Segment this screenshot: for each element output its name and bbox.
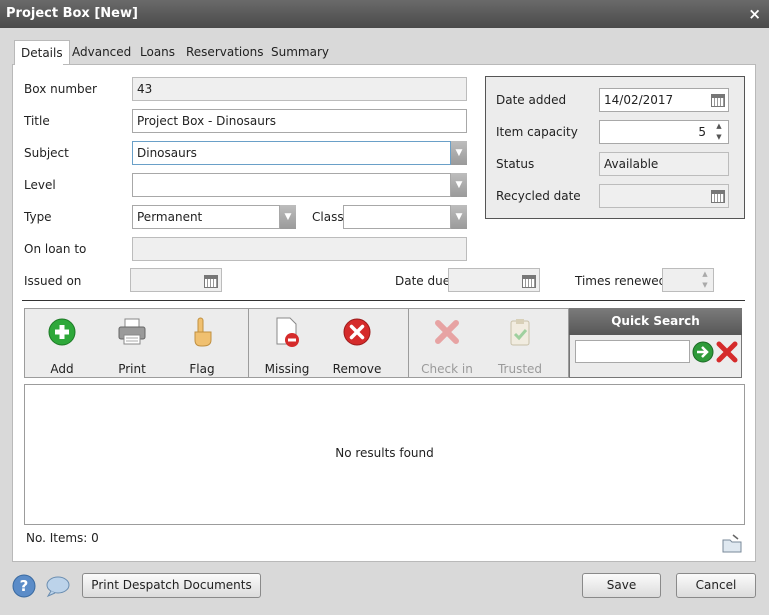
title-field[interactable]: Project Box - Dinosaurs xyxy=(132,109,467,133)
chat-icon[interactable] xyxy=(45,574,71,601)
svg-text:?: ? xyxy=(20,577,29,595)
missing-document-icon xyxy=(262,312,312,352)
tab-details[interactable]: Details xyxy=(14,40,70,65)
separator xyxy=(22,300,745,301)
times-renewed-spinner-icon: ▲ ▼ xyxy=(702,270,708,289)
status-label: Status xyxy=(496,157,535,171)
on-loan-label: On loan to xyxy=(24,242,87,256)
tab-reservations[interactable]: Reservations xyxy=(180,40,269,65)
item-capacity-spinner-icon[interactable]: ▲ ▼ xyxy=(711,121,727,143)
cancel-button[interactable]: Cancel xyxy=(676,573,756,598)
add-icon xyxy=(37,312,87,352)
check-in-label: Check in xyxy=(421,362,473,376)
level-label: Level xyxy=(24,178,56,192)
subject-field[interactable]: Dinosaurs xyxy=(132,141,451,165)
help-icon[interactable]: ? xyxy=(12,574,36,601)
no-results-message: No results found xyxy=(335,446,434,460)
item-count: No. Items: 0 xyxy=(26,531,99,545)
recycled-date-calendar-icon xyxy=(708,185,728,207)
tab-loans[interactable]: Loans xyxy=(134,40,181,65)
class-label: Class xyxy=(312,210,344,224)
issued-on-label: Issued on xyxy=(24,274,82,288)
issued-on-calendar-icon xyxy=(201,270,221,292)
trusted-label: Trusted xyxy=(497,362,543,376)
date-due-label: Date due xyxy=(395,274,451,288)
printer-icon xyxy=(107,312,157,352)
remove-icon xyxy=(332,312,382,352)
box-number-label: Box number xyxy=(24,82,97,96)
item-capacity-label: Item capacity xyxy=(496,125,578,139)
item-capacity-field[interactable]: 5 xyxy=(599,120,729,144)
times-renewed-label: Times renewed xyxy=(575,274,667,288)
active-tab-joint xyxy=(15,63,63,66)
toolbar-divider xyxy=(248,308,249,378)
class-select[interactable] xyxy=(343,205,451,229)
remove-label: Remove xyxy=(332,362,382,376)
print-label: Print xyxy=(118,362,146,376)
box-number-field: 43 xyxy=(132,77,467,101)
flag-button[interactable]: Flag xyxy=(177,312,227,376)
save-button[interactable]: Save xyxy=(582,573,661,598)
missing-button[interactable]: Missing xyxy=(262,312,312,376)
flag-label: Flag xyxy=(189,362,215,376)
print-despatch-button[interactable]: Print Despatch Documents xyxy=(82,573,261,598)
window-title: Project Box [New] xyxy=(0,0,769,28)
subject-label: Subject xyxy=(24,146,69,160)
title-label: Title xyxy=(24,114,50,128)
check-in-button[interactable]: Check in xyxy=(420,312,474,376)
date-due-calendar-icon xyxy=(519,270,539,292)
add-button[interactable]: Add xyxy=(37,312,87,376)
clear-search-icon[interactable] xyxy=(715,340,739,367)
remove-button[interactable]: Remove xyxy=(332,312,382,376)
missing-label: Missing xyxy=(264,362,310,376)
type-label: Type xyxy=(24,210,52,224)
quick-search-title: Quick Search xyxy=(569,308,742,335)
tab-advanced[interactable]: Advanced xyxy=(66,40,137,65)
close-icon[interactable]: × xyxy=(748,0,761,28)
toolbar-divider xyxy=(408,308,409,378)
print-button[interactable]: Print xyxy=(107,312,157,376)
level-field[interactable] xyxy=(132,173,451,197)
type-select[interactable]: Permanent xyxy=(132,205,280,229)
tab-summary[interactable]: Summary xyxy=(265,40,335,65)
add-label: Add xyxy=(50,362,74,376)
trusted-button[interactable]: Trusted xyxy=(493,312,547,376)
quick-search-input[interactable] xyxy=(575,340,690,363)
date-added-label: Date added xyxy=(496,93,567,107)
folder-icon[interactable] xyxy=(721,534,743,557)
subject-dropdown-icon[interactable]: ▼ xyxy=(451,141,467,165)
recycled-date-label: Recycled date xyxy=(496,189,581,203)
clipboard-check-icon xyxy=(493,312,547,352)
check-in-icon xyxy=(420,312,474,352)
class-dropdown-icon[interactable]: ▼ xyxy=(451,205,467,229)
pointing-hand-icon xyxy=(177,312,227,352)
date-added-calendar-icon[interactable] xyxy=(708,89,728,111)
level-dropdown-icon[interactable]: ▼ xyxy=(451,173,467,197)
search-go-icon[interactable] xyxy=(692,341,714,366)
type-dropdown-icon[interactable]: ▼ xyxy=(280,205,296,229)
status-field: Available xyxy=(599,152,729,176)
on-loan-field xyxy=(132,237,467,261)
